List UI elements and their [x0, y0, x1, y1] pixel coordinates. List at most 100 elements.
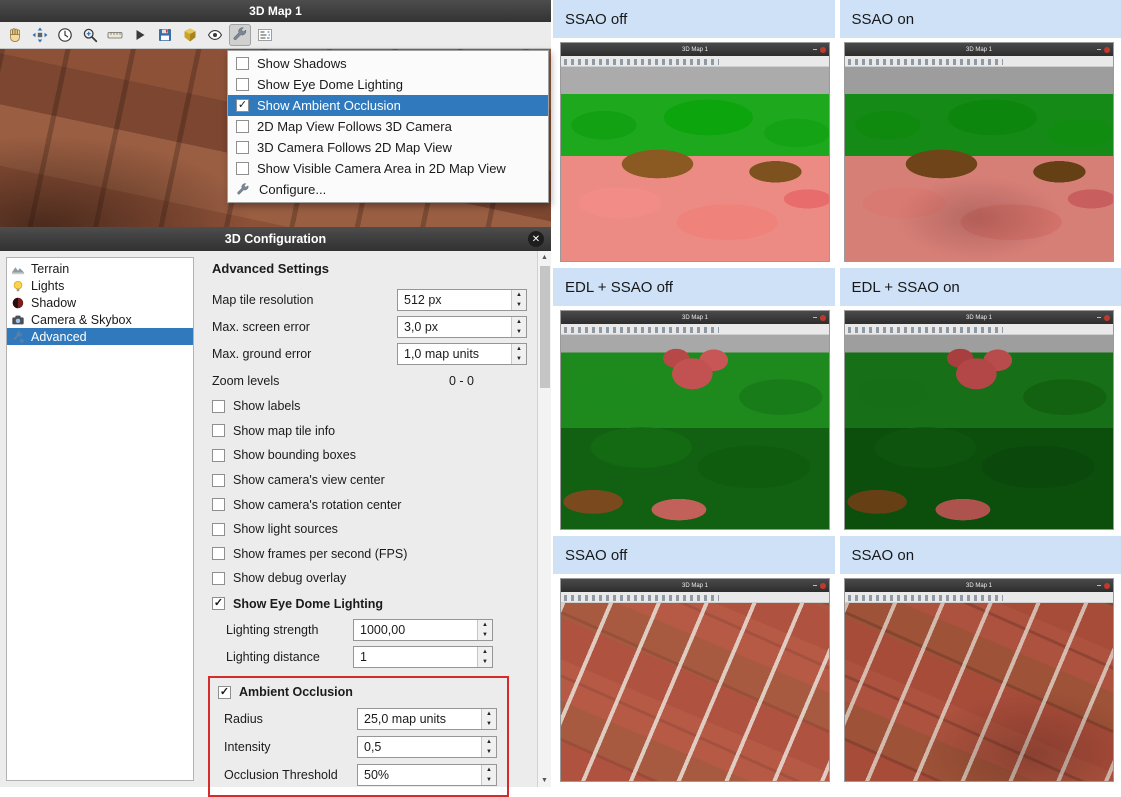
spin-up-icon[interactable]: ▲ [482, 709, 496, 719]
mini-titlebar: 3D Map 1 [845, 43, 1113, 56]
field-label: Radius [224, 712, 357, 726]
sidebar-item-advanced[interactable]: Advanced [7, 328, 193, 345]
map-toolbar [0, 22, 551, 49]
comparison-label: SSAO off [553, 0, 835, 38]
spinbox-value[interactable]: 512 px [398, 290, 511, 310]
scroll-down-icon[interactable]: ▼ [541, 774, 548, 787]
max-screen-error-spinbox[interactable]: 3,0 px ▲▼ [397, 316, 527, 338]
menu-item-label: 2D Map View Follows 3D Camera [257, 119, 452, 134]
spin-up-icon[interactable]: ▲ [512, 317, 526, 327]
measure-icon[interactable] [104, 24, 126, 46]
mini-title: 3D Map 1 [682, 583, 708, 589]
lighting-strength-spinbox[interactable]: 1000,00 ▲▼ [353, 619, 493, 641]
checkbox-row-show-camera-view-center[interactable]: Show camera's view center [212, 468, 537, 493]
menu-item-show-visible-camera-area[interactable]: Show Visible Camera Area in 2D Map View [228, 158, 548, 179]
play-animation-icon[interactable] [129, 24, 151, 46]
render-ssao-off-flat [561, 67, 829, 261]
checkbox-icon [236, 162, 249, 175]
occlusion-threshold-spinbox[interactable]: 50% ▲▼ [357, 764, 497, 786]
edl-group-header[interactable]: Show Eye Dome Lighting [212, 591, 537, 617]
close-dot-icon [820, 47, 826, 53]
field-label: Max. screen error [212, 320, 397, 334]
minimize-icon [1097, 585, 1101, 587]
radius-spinbox[interactable]: 25,0 map units ▲▼ [357, 708, 497, 730]
spin-up-icon[interactable]: ▲ [512, 344, 526, 354]
spinbox-value[interactable]: 1000,00 [354, 620, 477, 640]
checkbox-row-show-camera-rotation-center[interactable]: Show camera's rotation center [212, 492, 537, 517]
spin-up-icon[interactable]: ▲ [478, 647, 492, 657]
effects-wrench-icon[interactable] [229, 24, 251, 46]
camera-icon [11, 313, 25, 327]
max-ground-error-spinbox[interactable]: 1,0 map units ▲▼ [397, 343, 527, 365]
spinbox-arrows: ▲▼ [481, 709, 496, 729]
sidebar-item-label: Advanced [31, 330, 87, 344]
spin-up-icon[interactable]: ▲ [482, 737, 496, 747]
camera-control-icon[interactable] [29, 24, 51, 46]
checkbox-label: Show debug overlay [233, 571, 346, 585]
close-icon[interactable]: ✕ [528, 231, 544, 247]
sidebar-item-shadow[interactable]: Shadow [7, 294, 193, 311]
sidebar-item-terrain[interactable]: Terrain [7, 260, 193, 277]
menu-item-label: Show Visible Camera Area in 2D Map View [257, 161, 506, 176]
mini-titlebar: 3D Map 1 [561, 43, 829, 56]
zoom-icon[interactable] [79, 24, 101, 46]
lighting-distance-spinbox[interactable]: 1 ▲▼ [353, 646, 493, 668]
map-window-titlebar[interactable]: 3D Map 1 [0, 0, 551, 22]
spinbox-value[interactable]: 50% [358, 765, 481, 785]
dialog-scrollbar[interactable]: ▲ ▼ [537, 251, 551, 787]
wrench-icon [236, 182, 251, 197]
intensity-spinbox[interactable]: 0,5 ▲▼ [357, 736, 497, 758]
lightbulb-icon [11, 279, 25, 293]
save-scene-icon[interactable] [154, 24, 176, 46]
scrollbar-thumb[interactable] [540, 266, 550, 388]
field-row-occlusion-threshold: Occlusion Threshold 50% ▲▼ [218, 761, 499, 789]
legend-icon[interactable] [254, 24, 276, 46]
menu-item-show-shadows[interactable]: Show Shadows [228, 53, 548, 74]
spin-down-icon[interactable]: ▼ [512, 354, 526, 364]
spin-down-icon[interactable]: ▼ [512, 300, 526, 310]
ao-group-header[interactable]: Ambient Occlusion [218, 680, 499, 705]
comparison-block-2: EDL + SSAO off EDL + SSAO on 3D Map 1 3D… [553, 268, 1121, 530]
animation-clock-icon[interactable] [54, 24, 76, 46]
spinbox-value[interactable]: 1 [354, 647, 477, 667]
spin-down-icon[interactable]: ▼ [482, 747, 496, 757]
checkbox-row-show-light-sources[interactable]: Show light sources [212, 517, 537, 542]
spin-up-icon[interactable]: ▲ [482, 765, 496, 775]
spinbox-value[interactable]: 1,0 map units [398, 344, 511, 364]
spinbox-value[interactable]: 0,5 [358, 737, 481, 757]
menu-item-show-ambient-occlusion[interactable]: Show Ambient Occlusion [228, 95, 548, 116]
minimize-icon [813, 585, 817, 587]
checkbox-label: Show map tile info [233, 424, 335, 438]
sidebar-item-label: Shadow [31, 296, 76, 310]
mini-titlebar: 3D Map 1 [845, 311, 1113, 324]
config-dialog-titlebar[interactable]: 3D Configuration ✕ [0, 227, 551, 251]
zoom-levels-value: 0 - 0 [397, 374, 527, 388]
pan-icon[interactable] [4, 24, 26, 46]
menu-item-configure[interactable]: Configure... [228, 179, 548, 200]
spin-down-icon[interactable]: ▼ [482, 775, 496, 785]
scroll-up-icon[interactable]: ▲ [541, 251, 548, 264]
spin-up-icon[interactable]: ▲ [512, 290, 526, 300]
sidebar-item-lights[interactable]: Lights [7, 277, 193, 294]
spin-down-icon[interactable]: ▼ [478, 630, 492, 640]
checkbox-row-show-debug-overlay[interactable]: Show debug overlay [212, 566, 537, 591]
eye-icon[interactable] [204, 24, 226, 46]
menu-item-show-eye-dome-lighting[interactable]: Show Eye Dome Lighting [228, 74, 548, 95]
menu-item-2d-follows-3d[interactable]: 2D Map View Follows 3D Camera [228, 116, 548, 137]
checkbox-row-show-map-tile-info[interactable]: Show map tile info [212, 419, 537, 444]
export-3d-icon[interactable] [179, 24, 201, 46]
spinbox-value[interactable]: 3,0 px [398, 317, 511, 337]
spin-down-icon[interactable]: ▼ [478, 657, 492, 667]
checkbox-row-show-labels[interactable]: Show labels [212, 394, 537, 419]
sidebar-item-camera-skybox[interactable]: Camera & Skybox [7, 311, 193, 328]
checkbox-row-show-fps[interactable]: Show frames per second (FPS) [212, 542, 537, 567]
map-tile-resolution-spinbox[interactable]: 512 px ▲▼ [397, 289, 527, 311]
menu-item-label: Configure... [259, 182, 326, 197]
checkbox-row-show-bounding-boxes[interactable]: Show bounding boxes [212, 443, 537, 468]
menu-item-3d-follows-2d[interactable]: 3D Camera Follows 2D Map View [228, 137, 548, 158]
spin-up-icon[interactable]: ▲ [478, 620, 492, 630]
spinbox-value[interactable]: 25,0 map units [358, 709, 481, 729]
spin-down-icon[interactable]: ▼ [482, 719, 496, 729]
field-row-zoom-levels: Zoom levels 0 - 0 [212, 367, 537, 394]
spin-down-icon[interactable]: ▼ [512, 327, 526, 337]
